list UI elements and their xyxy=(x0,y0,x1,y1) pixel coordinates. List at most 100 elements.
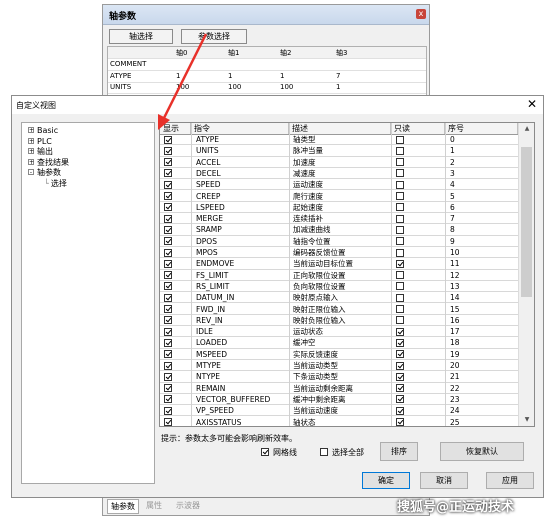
table-row[interactable]: VP_SPEED 当前运动速度 24 xyxy=(160,405,518,417)
show-checkbox[interactable] xyxy=(164,248,172,257)
readonly-checkbox[interactable] xyxy=(396,282,404,291)
readonly-checkbox[interactable] xyxy=(396,327,404,336)
expand-icon[interactable]: + xyxy=(28,127,34,134)
show-checkbox[interactable] xyxy=(164,214,172,223)
readonly-checkbox[interactable] xyxy=(396,214,404,223)
table-row[interactable]: MERGE 连续插补 7 xyxy=(160,213,518,225)
show-checkbox[interactable] xyxy=(164,418,172,426)
scroll-up-icon[interactable]: ▲ xyxy=(522,124,532,134)
show-checkbox[interactable] xyxy=(164,180,172,189)
param-value[interactable]: 1 xyxy=(336,83,340,91)
table-row[interactable]: SPEED 运动速度 4 xyxy=(160,179,518,191)
table-row[interactable]: UNITS 脉冲当量 1 xyxy=(160,145,518,157)
restore-default-button[interactable]: 恢复默认 xyxy=(440,442,524,461)
table-row[interactable]: LOADED 缓冲空 18 xyxy=(160,337,518,349)
axis-select-button[interactable]: 轴选择 xyxy=(109,29,173,44)
tree-item[interactable]: + Basic xyxy=(28,126,58,136)
readonly-checkbox[interactable] xyxy=(396,293,404,302)
table-row[interactable]: SRAMP 加减速曲线 8 xyxy=(160,224,518,236)
scroll-down-icon[interactable]: ▼ xyxy=(522,415,532,425)
show-checkbox[interactable] xyxy=(164,146,172,155)
ok-button[interactable]: 确定 xyxy=(362,472,410,489)
sort-button[interactable]: 排序 xyxy=(380,442,418,461)
readonly-checkbox[interactable] xyxy=(396,406,404,415)
scroll-thumb[interactable] xyxy=(521,147,532,297)
readonly-checkbox[interactable] xyxy=(396,248,404,257)
expand-icon[interactable]: + xyxy=(28,148,34,155)
column-header[interactable]: 指令 xyxy=(191,123,289,134)
table-row[interactable]: LSPEED 起始速度 6 xyxy=(160,202,518,214)
column-header[interactable]: 描述 xyxy=(289,123,391,134)
close-icon[interactable]: x xyxy=(416,9,426,19)
table-row[interactable]: ACCEL 加速度 2 xyxy=(160,157,518,168)
readonly-checkbox[interactable] xyxy=(396,350,404,359)
table-row[interactable]: FS_LIMIT 正向软限位设置 12 xyxy=(160,270,518,281)
tree-item[interactable]: + 输出 xyxy=(28,147,53,157)
table-row[interactable]: REV_IN 映射负限位输入 16 xyxy=(160,315,518,327)
table-row[interactable]: IDLE 运动状态 17 xyxy=(160,326,518,338)
column-header[interactable]: 序号 xyxy=(445,123,518,134)
table-row[interactable]: VECTOR_BUFFERED 缓冲中剩余距离 23 xyxy=(160,394,518,406)
show-checkbox[interactable] xyxy=(164,135,172,144)
show-checkbox[interactable] xyxy=(164,395,172,404)
param-value[interactable]: 1 xyxy=(280,72,284,80)
table-row[interactable]: REMAIN 当前运动剩余距离 22 xyxy=(160,383,518,394)
show-checkbox[interactable] xyxy=(164,316,172,325)
readonly-checkbox[interactable] xyxy=(396,180,404,189)
tab-properties[interactable]: 属性 xyxy=(143,499,165,512)
readonly-checkbox[interactable] xyxy=(396,192,404,200)
expand-icon[interactable]: + xyxy=(28,137,34,144)
table-row[interactable]: ATYPE 轴类型 0 xyxy=(160,134,518,146)
tree-item[interactable]: + 查找结果 xyxy=(28,158,69,168)
expand-icon[interactable]: + xyxy=(28,158,34,165)
readonly-checkbox[interactable] xyxy=(396,146,404,155)
readonly-checkbox[interactable] xyxy=(396,305,404,313)
table-row[interactable]: AXISSTATUS 轴状态 25 xyxy=(160,417,518,426)
show-checkbox[interactable] xyxy=(164,372,172,381)
param-value[interactable]: 1 xyxy=(176,72,180,80)
readonly-checkbox[interactable] xyxy=(396,384,404,393)
table-row[interactable]: NTYPE 下条运动类型 21 xyxy=(160,371,518,383)
readonly-checkbox[interactable] xyxy=(396,158,404,167)
show-checkbox[interactable] xyxy=(164,259,172,268)
param-value[interactable]: 7 xyxy=(336,72,340,80)
readonly-checkbox[interactable] xyxy=(396,338,404,347)
cancel-button[interactable]: 取消 xyxy=(420,472,468,489)
show-checkbox[interactable] xyxy=(164,225,172,234)
readonly-checkbox[interactable] xyxy=(396,225,404,234)
table-row[interactable]: CREEP 爬行速度 5 xyxy=(160,191,518,202)
table-row[interactable]: FWD_IN 映射正限位输入 15 xyxy=(160,304,518,315)
table-row[interactable]: DPOS 轴指令位置 9 xyxy=(160,236,518,247)
readonly-checkbox[interactable] xyxy=(396,135,404,144)
table-row[interactable]: ENDMOVE 当前运动目标位置 11 xyxy=(160,258,518,270)
show-checkbox[interactable] xyxy=(164,327,172,336)
readonly-checkbox[interactable] xyxy=(396,237,404,246)
tree-item[interactable]: └ 选择 xyxy=(44,179,67,189)
readonly-checkbox[interactable] xyxy=(396,169,404,178)
tab-axis-params[interactable]: 轴参数 xyxy=(107,499,139,514)
param-value[interactable]: 100 xyxy=(280,83,293,91)
show-checkbox[interactable] xyxy=(164,293,172,302)
readonly-checkbox[interactable] xyxy=(396,372,404,381)
readonly-checkbox[interactable] xyxy=(396,418,404,426)
readonly-checkbox[interactable] xyxy=(396,259,404,268)
column-header[interactable]: 显示 xyxy=(160,123,191,134)
param-value[interactable]: 100 xyxy=(176,83,189,91)
show-checkbox[interactable] xyxy=(164,406,172,415)
vertical-scrollbar[interactable]: ▲ ▼ xyxy=(518,123,534,426)
table-row[interactable]: MSPEED 实际反馈速度 19 xyxy=(160,349,518,360)
show-checkbox[interactable] xyxy=(164,169,172,178)
readonly-checkbox[interactable] xyxy=(396,395,404,404)
show-checkbox[interactable] xyxy=(164,350,172,359)
param-select-button[interactable]: 参数选择 xyxy=(181,29,247,44)
param-value[interactable]: 1 xyxy=(228,72,232,80)
close-icon[interactable]: ✕ xyxy=(527,98,537,110)
table-row[interactable]: MTYPE 当前运动类型 20 xyxy=(160,360,518,372)
gridlines-checkbox[interactable] xyxy=(261,448,269,456)
param-value[interactable]: 100 xyxy=(228,83,241,91)
show-checkbox[interactable] xyxy=(164,203,172,212)
show-checkbox[interactable] xyxy=(164,158,172,167)
tree-item[interactable]: + PLC xyxy=(28,137,52,147)
select-all-checkbox[interactable] xyxy=(320,448,328,456)
table-row[interactable]: RS_LIMIT 负向软限位设置 13 xyxy=(160,281,518,293)
